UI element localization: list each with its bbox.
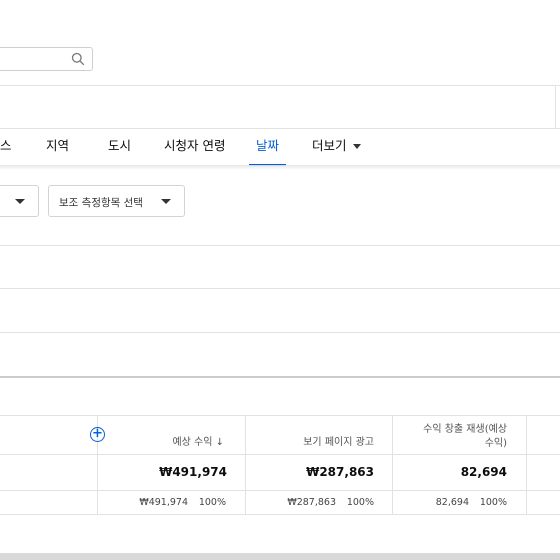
secondary-metric-dropdown[interactable]: 보조 측정항목 선택: [48, 185, 185, 217]
row-value: 82,694: [435, 497, 469, 508]
total-monetized-playbacks: 82,694: [460, 465, 507, 479]
tab-region[interactable]: 지역: [46, 128, 69, 166]
chevron-down-icon: [352, 144, 361, 149]
table-border: [0, 415, 560, 416]
metrics-table: 예상 수익 ↓ 보기 페이지 광고 수익 창출 재생(예상 수익) ₩491,9…: [0, 415, 560, 515]
total-page-ads: ₩287,863: [306, 465, 374, 479]
row-percent: 100%: [198, 497, 226, 508]
row-value: ₩491,974: [139, 497, 188, 508]
divider: [0, 85, 560, 86]
table-border: [0, 490, 560, 491]
chart-gridline: [0, 245, 560, 246]
chevron-down-icon: [161, 199, 171, 204]
row-percent: 100%: [346, 497, 374, 508]
tab-bar-shadow: [0, 165, 560, 170]
column-header-monetized-playbacks[interactable]: 수익 창출 재생(예상 수익): [396, 423, 507, 451]
chart-gridline: [0, 332, 560, 333]
chevron-down-icon: [15, 199, 25, 204]
row-percent: 100%: [479, 497, 507, 508]
column-divider: [392, 415, 393, 515]
secondary-metric-label: 보조 측정항목 선택: [59, 197, 143, 209]
chart-baseline: [0, 376, 560, 378]
column-header-page-ads[interactable]: 보기 페이지 광고: [248, 436, 374, 450]
tab-more[interactable]: 더보기: [312, 128, 361, 166]
tab-viewer-age[interactable]: 시청자 연령: [164, 128, 225, 166]
primary-metric-dropdown[interactable]: [0, 185, 39, 217]
search-input[interactable]: [3, 48, 73, 71]
tab-traffic-source[interactable]: 스: [0, 128, 12, 166]
total-estimated-revenue: ₩491,974: [159, 465, 227, 479]
add-column-icon[interactable]: +: [90, 427, 105, 442]
search-box[interactable]: [0, 47, 93, 71]
column-header-estimated-revenue[interactable]: 예상 수익 ↓: [100, 436, 224, 450]
search-icon[interactable]: [71, 52, 85, 66]
row-value: ₩287,863: [287, 497, 336, 508]
horizontal-scrollbar[interactable]: [0, 553, 560, 560]
tab-city[interactable]: 도시: [108, 128, 131, 166]
column-divider: [245, 415, 246, 515]
table-border: [0, 454, 560, 455]
divider: [555, 86, 556, 128]
table-border: [0, 514, 560, 515]
chart-gridline: [0, 288, 560, 289]
tab-bar: 스 지역 도시 시청자 연령 날짜 더보기: [0, 128, 560, 166]
column-divider: [526, 415, 527, 515]
tab-date[interactable]: 날짜: [248, 128, 287, 166]
